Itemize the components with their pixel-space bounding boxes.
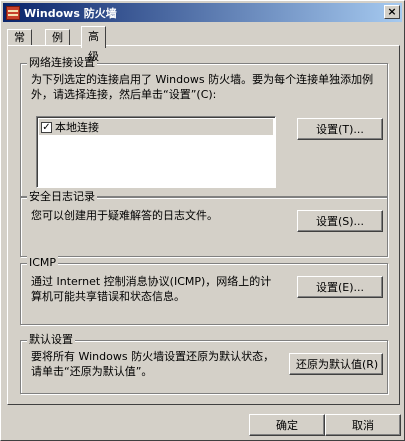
icmp-group: ICMP 通过 Internet 控制消息协议(ICMP)，网络上的计 算机可能… bbox=[20, 256, 388, 325]
network-connection-settings-group: 网络连接设置 为下列选定的连接启用了 Windows 防火墙。要为每个连接单独添… bbox=[20, 56, 388, 197]
security-log-description: 您可以创建用于疑难解答的日志文件。 bbox=[31, 209, 218, 222]
icmp-legend: ICMP bbox=[27, 256, 59, 270]
list-item[interactable]: ✓ 本地连接 bbox=[39, 119, 273, 135]
close-button[interactable]: × bbox=[384, 5, 400, 19]
connection-list[interactable]: ✓ 本地连接 bbox=[36, 116, 276, 188]
default-settings-description: 要将所有 Windows 防火墙设置还原为默认状态， 请单击“还原为默认值”。 bbox=[31, 350, 275, 378]
security-log-legend: 安全日志记录 bbox=[27, 190, 97, 204]
window-title: Windows 防火墙 bbox=[24, 6, 117, 20]
security-log-group: 安全日志记录 您可以创建用于疑难解答的日志文件。 设置(S)... bbox=[20, 190, 388, 257]
icmp-settings-button[interactable]: 设置(E)... bbox=[297, 276, 383, 298]
advanced-panel: 网络连接设置 为下列选定的连接启用了 Windows 防火墙。要为每个连接单独添… bbox=[7, 45, 400, 405]
connection-checkbox[interactable]: ✓ bbox=[41, 121, 52, 133]
icmp-description: 通过 Internet 控制消息协议(ICMP)，网络上的计 算机可能共享错误和… bbox=[31, 275, 272, 303]
network-settings-legend: 网络连接设置 bbox=[27, 56, 97, 70]
tab-advanced[interactable]: 高级 bbox=[81, 26, 106, 63]
default-settings-legend: 默认设置 bbox=[27, 333, 75, 347]
network-settings-description: 为下列选定的连接启用了 Windows 防火墙。要为每个连接单独添加例 外，请选… bbox=[31, 73, 374, 101]
ok-button[interactable]: 确定 bbox=[249, 414, 325, 436]
cancel-button[interactable]: 取消 bbox=[325, 414, 401, 436]
security-log-settings-button[interactable]: 设置(S)... bbox=[297, 210, 383, 232]
firewall-icon bbox=[6, 5, 20, 20]
title-bar[interactable]: Windows 防火墙 × bbox=[3, 3, 402, 22]
restore-defaults-button[interactable]: 还原为默认值(R) bbox=[289, 353, 383, 375]
firewall-dialog: Windows 防火墙 × 常规 例外 高级 网络连接设置 为下列选定的连接启用… bbox=[0, 0, 405, 441]
default-settings-group: 默认设置 要将所有 Windows 防火墙设置还原为默认状态， 请单击“还原为默… bbox=[20, 333, 388, 394]
connection-label: 本地连接 bbox=[55, 121, 99, 134]
network-settings-button[interactable]: 设置(T)... bbox=[297, 118, 383, 140]
